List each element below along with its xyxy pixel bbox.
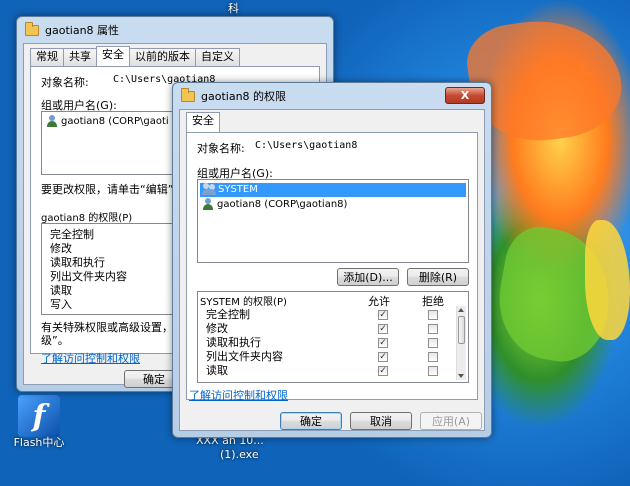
remove-button[interactable]: 删除(R) (407, 268, 469, 286)
allow-header: 允许 (368, 295, 390, 308)
folder-icon (181, 87, 195, 102)
learn-access-control-link[interactable]: 了解访问控制和权限 (189, 387, 288, 403)
properties-tabs: 常规 共享 安全 以前的版本 自定义 (30, 46, 240, 66)
permissions-label: SYSTEM 的权限(P) (200, 297, 287, 308)
allow-checkbox: ✓ (378, 352, 388, 362)
list-item-system[interactable]: SYSTEM (200, 183, 466, 197)
tab-sharing[interactable]: 共享 (63, 48, 97, 66)
deny-checkbox[interactable] (428, 338, 438, 348)
tab-security[interactable]: 安全 (96, 46, 130, 66)
group-icon (202, 183, 216, 195)
tab-general[interactable]: 常规 (30, 48, 64, 66)
perm-read-execute: 读取和执行 (206, 336, 261, 349)
folder-icon (25, 21, 39, 36)
object-name-value: C:\Users\gaotian8 (255, 140, 358, 151)
properties-titlebar[interactable]: gaotian8 属性 (17, 17, 333, 43)
perm-full-control: 完全控制 (206, 308, 250, 321)
allow-checkbox: ✓ (378, 324, 388, 334)
perm-full-control: 完全控制 (50, 228, 94, 241)
deny-checkbox[interactable] (428, 366, 438, 376)
permissions-scrollbar[interactable] (456, 306, 466, 380)
permissions-table: SYSTEM 的权限(P) 允许 拒绝 完全控制 ✓ 修改 ✓ 读取和执行 ✓ … (197, 291, 469, 383)
permissions-window: gaotian8 的权限 X 安全 对象名称: C:\Users\gaotian… (172, 82, 492, 438)
deny-checkbox[interactable] (428, 352, 438, 362)
permissions-content: 对象名称: C:\Users\gaotian8 组或用户名(G): SYSTEM… (186, 132, 478, 403)
scroll-up-icon[interactable] (458, 308, 464, 312)
object-name-label: 对象名称: (41, 76, 89, 89)
deny-header: 拒绝 (422, 295, 444, 308)
permissions-label: gaotian8 的权限(P) (41, 213, 133, 224)
list-item-gaotian8[interactable]: gaotian8 (CORP\gaotian8) (200, 198, 466, 212)
add-button[interactable]: 添加(D)... (337, 268, 399, 286)
ok-button[interactable]: 确定 (280, 412, 342, 430)
permissions-title: gaotian8 的权限 (201, 90, 287, 103)
object-name-label: 对象名称: (197, 142, 245, 155)
tab-security[interactable]: 安全 (186, 112, 220, 132)
user-name: SYSTEM (218, 184, 258, 195)
exe-label-line2: (1).exe (220, 448, 259, 461)
perm-read: 读取 (206, 364, 228, 377)
allow-checkbox: ✓ (378, 338, 388, 348)
permissions-tabs: 安全 (186, 112, 220, 132)
desktop-icon-label-partial: 科 (228, 2, 239, 15)
perm-list-folder: 列出文件夹内容 (206, 350, 283, 363)
allow-checkbox: ✓ (378, 310, 388, 320)
apply-button: 应用(A) (420, 412, 482, 430)
deny-checkbox[interactable] (428, 310, 438, 320)
scroll-thumb[interactable] (458, 316, 465, 344)
perm-read: 读取 (50, 284, 72, 297)
learn-access-control-link[interactable]: 了解访问控制和权限 (41, 350, 140, 366)
allow-checkbox: ✓ (378, 366, 388, 376)
perm-list-folder: 列出文件夹内容 (50, 270, 127, 283)
windows-logo-decoration-yellow (585, 220, 630, 340)
tab-customize[interactable]: 自定义 (195, 48, 240, 66)
flash-center-icon[interactable]: f (18, 395, 60, 437)
perm-write: 写入 (50, 298, 72, 311)
flash-center-label[interactable]: Flash中心 (8, 434, 70, 450)
tab-previous-versions[interactable]: 以前的版本 (129, 48, 196, 66)
user-name: gaotian8 (CORP\gaoti (61, 116, 169, 127)
user-icon (202, 198, 214, 210)
change-hint: 要更改权限，请单击“编辑” (41, 183, 174, 196)
deny-checkbox[interactable] (428, 324, 438, 334)
permissions-titlebar[interactable]: gaotian8 的权限 (173, 83, 491, 109)
user-name: gaotian8 (CORP\gaotian8) (217, 199, 348, 210)
permissions-panel: 安全 对象名称: C:\Users\gaotian8 组或用户名(G): SYS… (179, 109, 485, 431)
close-button[interactable]: X (445, 87, 485, 104)
exe-file-label[interactable]: XXX an 10... (1).exe (196, 434, 264, 462)
user-icon (46, 115, 58, 127)
perm-modify: 修改 (50, 242, 72, 255)
special-hint-line2: 级”。 (41, 334, 69, 347)
perm-read-execute: 读取和执行 (50, 256, 105, 269)
cancel-button[interactable]: 取消 (350, 412, 412, 430)
properties-title: gaotian8 属性 (45, 24, 120, 37)
scroll-down-icon[interactable] (458, 374, 464, 378)
user-list[interactable]: SYSTEM gaotian8 (CORP\gaotian8) (197, 179, 469, 263)
perm-modify: 修改 (206, 322, 228, 335)
